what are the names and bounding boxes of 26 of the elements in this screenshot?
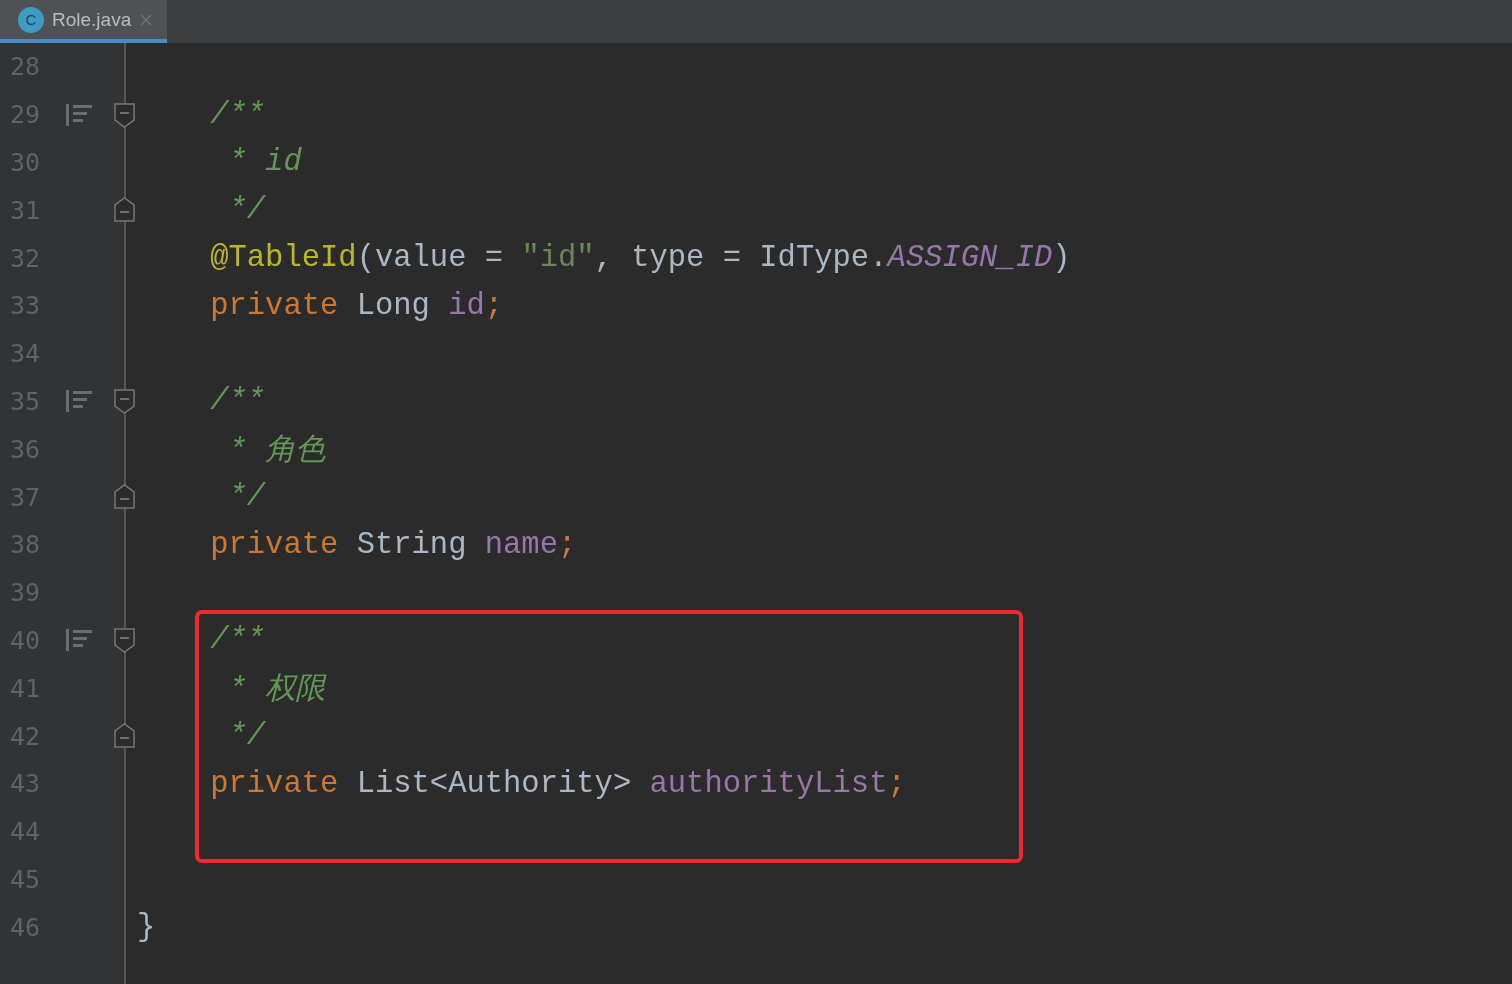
code-line: /** [209, 97, 266, 132]
fold-marker-icon[interactable] [114, 101, 135, 128]
code-line: private Long id; [209, 288, 504, 323]
code-line: private String name; [209, 527, 577, 562]
fold-marker-icon[interactable] [114, 484, 135, 511]
code-line: /** [209, 384, 266, 419]
code-line: private List<Authority> authorityList; [209, 766, 906, 801]
doc-comment-icon[interactable] [65, 628, 93, 653]
code-line: /** [209, 623, 266, 658]
fold-marker-icon[interactable] [114, 197, 135, 224]
code-line: * id [227, 145, 302, 180]
fold-marker-icon[interactable] [114, 723, 135, 750]
code-line: */ [227, 193, 266, 228]
code-line: @TableId(value = "id", type = IdType.ASSIGN_ID) [209, 241, 1071, 276]
code-line: } [137, 910, 156, 945]
doc-comment-icon[interactable] [65, 389, 93, 414]
code-line: * 权限 [227, 671, 326, 709]
code-line: * 角色 [227, 432, 326, 470]
code-line: */ [227, 719, 266, 754]
doc-comment-icon[interactable] [65, 102, 93, 127]
close-icon[interactable] [139, 12, 154, 27]
fold-marker-icon[interactable] [114, 388, 135, 415]
code-line: */ [227, 480, 266, 515]
class-icon: C [18, 6, 44, 33]
fold-marker-icon[interactable] [114, 627, 135, 654]
editor-tab[interactable]: C Role.java [0, 0, 168, 43]
